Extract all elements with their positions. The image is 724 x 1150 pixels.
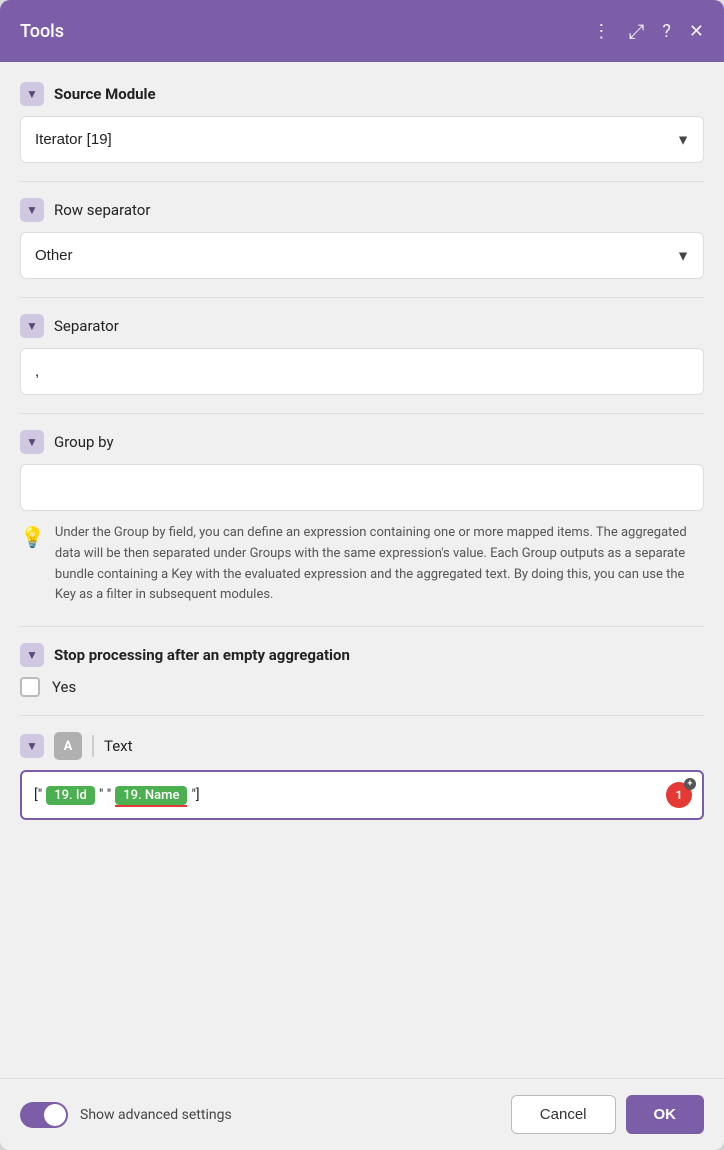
text-section-divider	[92, 735, 94, 757]
header-icons: ⋮ ⤢ ? ✕	[592, 19, 704, 43]
badge-count: 1	[676, 788, 683, 802]
close-icon[interactable]: ✕	[689, 21, 704, 42]
expand-icon[interactable]: ⤢	[628, 19, 644, 43]
pill-name[interactable]: 19. Name	[115, 786, 187, 805]
help-icon[interactable]: ?	[662, 21, 671, 42]
separator-section: ▼ Separator	[20, 314, 704, 395]
modal-header: Tools ⋮ ⤢ ? ✕	[0, 0, 724, 62]
separator-collapse[interactable]: ▼	[20, 314, 44, 338]
tools-modal: Tools ⋮ ⤢ ? ✕ ▼ Source Module Iterator […	[0, 0, 724, 1150]
separator-input[interactable]	[20, 348, 704, 395]
modal-title: Tools	[20, 21, 64, 42]
stop-processing-section: ▼ Stop processing after an empty aggrega…	[20, 643, 704, 697]
menu-icon[interactable]: ⋮	[592, 21, 610, 42]
row-separator-select[interactable]: Other Newline Tab Comma	[20, 232, 704, 279]
group-by-header: ▼ Group by	[20, 430, 704, 454]
source-module-section: ▼ Source Module Iterator [19] ▼	[20, 82, 704, 163]
advanced-settings-toggle[interactable]	[20, 1102, 68, 1128]
source-module-select-wrapper: Iterator [19] ▼	[20, 116, 704, 163]
group-by-hint-text: Under the Group by field, you can define…	[55, 523, 704, 606]
error-badge[interactable]: 1 +	[666, 782, 692, 808]
ok-button[interactable]: OK	[626, 1095, 705, 1134]
toggle-row: Show advanced settings	[20, 1102, 232, 1128]
chevron-down-icon: ▼	[26, 739, 38, 753]
divider-2	[20, 297, 704, 298]
group-by-label: Group by	[54, 433, 114, 451]
chevron-down-icon: ▼	[26, 319, 38, 333]
separator-header: ▼ Separator	[20, 314, 704, 338]
chevron-down-icon: ▼	[26, 435, 38, 449]
cancel-button[interactable]: Cancel	[511, 1095, 616, 1134]
row-separator-label: Row separator	[54, 201, 150, 219]
toggle-knob	[44, 1104, 66, 1126]
text-type-icon: A	[54, 732, 82, 760]
stop-processing-checkbox-label: Yes	[52, 678, 76, 696]
stop-processing-checkbox-row: Yes	[20, 677, 704, 697]
text-section-collapse[interactable]: ▼	[20, 734, 44, 758]
separator-label: Separator	[54, 317, 119, 335]
chevron-down-icon: ▼	[26, 648, 38, 662]
badge-container: 1 +	[666, 782, 692, 808]
bottom-spacer	[20, 838, 704, 858]
row-separator-header: ▼ Row separator	[20, 198, 704, 222]
divider-4	[20, 626, 704, 627]
chevron-down-icon: ▼	[26, 203, 38, 217]
rich-prefix: ["	[34, 787, 42, 803]
lightbulb-icon: 💡	[20, 525, 45, 549]
group-by-collapse[interactable]: ▼	[20, 430, 44, 454]
group-by-hint: 💡 Under the Group by field, you can defi…	[20, 521, 704, 608]
source-module-collapse[interactable]: ▼	[20, 82, 44, 106]
rich-suffix: "]	[191, 787, 199, 803]
modal-content: ▼ Source Module Iterator [19] ▼ ▼ Row se…	[0, 62, 724, 1078]
toggle-label: Show advanced settings	[80, 1107, 232, 1123]
text-section-header: ▼ A Text	[20, 732, 704, 760]
source-module-header: ▼ Source Module	[20, 82, 704, 106]
stop-processing-collapse[interactable]: ▼	[20, 643, 44, 667]
row-separator-section: ▼ Row separator Other Newline Tab Comma …	[20, 198, 704, 279]
text-section-label: Text	[104, 737, 133, 755]
row-separator-select-wrapper: Other Newline Tab Comma ▼	[20, 232, 704, 279]
badge-plus-icon: +	[684, 778, 696, 790]
modal-footer: Show advanced settings Cancel OK	[0, 1078, 724, 1150]
chevron-down-icon: ▼	[26, 87, 38, 101]
source-module-select[interactable]: Iterator [19]	[20, 116, 704, 163]
text-rich-input[interactable]: [" 19. Id " " 19. Name "] 1 +	[20, 770, 704, 820]
row-separator-collapse[interactable]: ▼	[20, 198, 44, 222]
group-by-input[interactable]	[20, 464, 704, 511]
divider-1	[20, 181, 704, 182]
group-by-section: ▼ Group by 💡 Under the Group by field, y…	[20, 430, 704, 608]
stop-processing-header: ▼ Stop processing after an empty aggrega…	[20, 643, 704, 667]
text-section: ▼ A Text [" 19. Id " " 19. Name "] 1 +	[20, 732, 704, 820]
divider-5	[20, 715, 704, 716]
footer-buttons: Cancel OK	[511, 1095, 704, 1134]
divider-3	[20, 413, 704, 414]
source-module-label: Source Module	[54, 85, 156, 103]
stop-processing-label: Stop processing after an empty aggregati…	[54, 646, 350, 664]
pill-id[interactable]: 19. Id	[46, 786, 95, 805]
rich-separator: " "	[99, 787, 111, 803]
stop-processing-checkbox[interactable]	[20, 677, 40, 697]
